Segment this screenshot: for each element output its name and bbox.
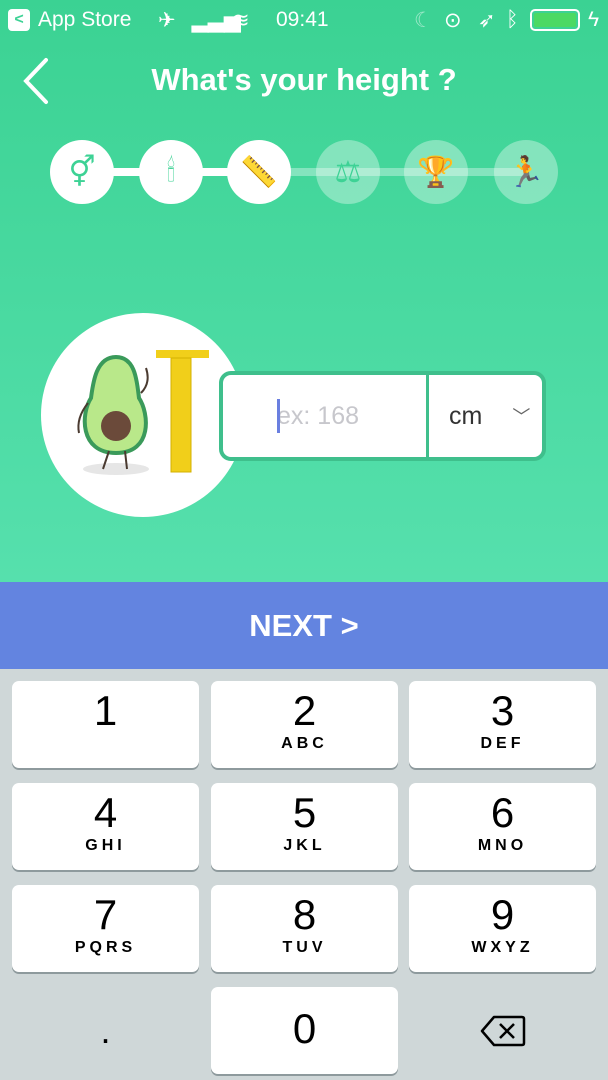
moon-icon: ☾ [414, 9, 433, 32]
key-0[interactable]: 0 [211, 987, 398, 1074]
key-digit: 4 [93, 789, 118, 836]
trophy-icon: 🏆 [417, 155, 455, 189]
height-placeholder: ex: 168 [277, 401, 360, 430]
ruler-icon: 📏 [240, 155, 278, 189]
location-icon: ➶ [478, 9, 496, 32]
key-letters: PQRS [74, 939, 137, 956]
key-letters: MNO [477, 837, 528, 854]
key-7[interactable]: 7 PQRS [12, 885, 199, 972]
key-6[interactable]: 6 MNO [409, 783, 596, 870]
progress-steps: ⚥ 🕯 📏 ⚖ 🏆 🏃 [0, 140, 608, 204]
key-digit: 5 [292, 789, 317, 836]
step-weight: ⚖ [316, 140, 380, 204]
key-5[interactable]: 5 JKL [211, 783, 398, 870]
main-area: < App Store ✈ ▂▃▅ ≋ 09:41 ☾ ⊙ ➶ ᛒ ϟ What… [0, 0, 608, 582]
step-gender[interactable]: ⚥ [50, 140, 114, 204]
charging-icon: ϟ [588, 8, 600, 31]
key-letters: JKL [283, 837, 326, 854]
scale-icon: ⚖ [334, 155, 362, 189]
key-digit: 7 [93, 891, 118, 938]
avocado-measuring-icon [77, 350, 209, 475]
back-to-app-icon[interactable]: < [8, 9, 30, 31]
key-digit: 8 [292, 891, 317, 938]
battery-icon [530, 9, 580, 31]
key-3[interactable]: 3 DEF [409, 681, 596, 768]
step-activity: 🏃 [494, 140, 558, 204]
rotation-lock-icon: ⊙ [444, 9, 462, 32]
key-1[interactable]: 1 [12, 681, 199, 768]
height-input-group: ex: 168 cm ﹀ [219, 371, 546, 461]
key-4[interactable]: 4 GHI [12, 783, 199, 870]
avocado-illustration [41, 313, 245, 517]
airplane-icon: ✈ [158, 9, 176, 32]
text-caret [277, 399, 280, 433]
key-letters: WXYZ [471, 939, 534, 956]
unit-value: cm [449, 401, 483, 430]
key-letters: TUV [282, 939, 327, 956]
step-age[interactable]: 🕯 [139, 140, 203, 204]
key-letters: GHI [85, 837, 126, 854]
bluetooth-icon: ᛒ [506, 8, 519, 31]
key-9[interactable]: 9 WXYZ [409, 885, 596, 972]
status-bar: < App Store ✈ ▂▃▅ ≋ 09:41 ☾ ⊙ ➶ ᛒ ϟ [0, 0, 608, 40]
chevron-down-icon: ﹀ [512, 407, 531, 427]
running-icon: 🏃 [507, 155, 545, 189]
step-height[interactable]: 📏 [227, 140, 291, 204]
key-letters: DEF [480, 735, 525, 752]
time: 09:41 [276, 8, 329, 31]
key-delete[interactable] [409, 987, 596, 1074]
progress-line-todo [259, 168, 526, 176]
next-button[interactable]: NEXT > [0, 582, 608, 669]
key-digit: 9 [490, 891, 515, 938]
unit-select[interactable]: cm ﹀ [429, 375, 542, 457]
back-app-label[interactable]: App Store [38, 8, 131, 32]
step-goal: 🏆 [404, 140, 468, 204]
key-8[interactable]: 8 TUV [211, 885, 398, 972]
gender-icon: ⚥ [68, 155, 96, 189]
key-digit: 6 [490, 789, 515, 836]
key-digit: 0 [292, 1005, 317, 1052]
key-digit: 1 [93, 687, 118, 734]
key-digit: 3 [490, 687, 515, 734]
key-decimal[interactable]: . [12, 987, 199, 1074]
candle-icon: 🕯 [166, 155, 176, 188]
page-title: What's your height ? [151, 62, 457, 97]
height-input[interactable]: ex: 168 [223, 375, 429, 457]
key-2[interactable]: 2 ABC [211, 681, 398, 768]
key-letters: ABC [281, 735, 328, 752]
wifi-icon: ≋ [232, 9, 250, 32]
backspace-icon [480, 1015, 525, 1046]
key-digit: 2 [292, 687, 317, 734]
